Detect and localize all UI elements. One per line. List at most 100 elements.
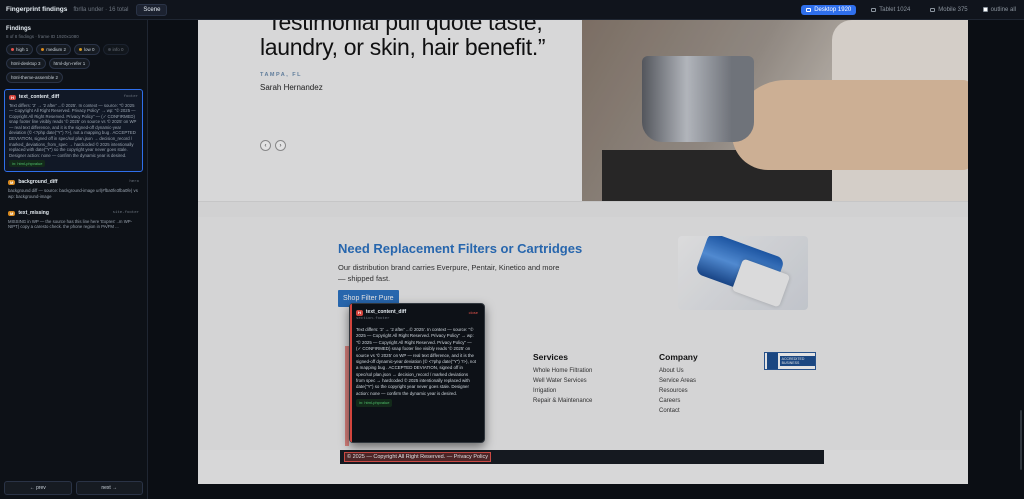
outline-all-toggle[interactable]: outline all xyxy=(982,6,1016,13)
findings-meta: fbrlla under · 16 total xyxy=(73,6,129,13)
chip-low[interactable]: low 0 xyxy=(74,44,100,55)
carousel-controls: ‹ › xyxy=(260,140,286,151)
footer-link[interactable]: Service Areas xyxy=(659,378,698,384)
finding-header: M background_diff hero xyxy=(8,179,139,186)
chip-label: html-desktop 3 xyxy=(11,61,41,66)
severity-badge: H xyxy=(356,309,363,316)
testimonial-author: Sarah Hernandez xyxy=(260,83,323,93)
chip-label: medium 2 xyxy=(46,47,67,52)
finding-card[interactable]: M background_diff hero background diff —… xyxy=(4,175,143,203)
viewport-desktop-button[interactable]: Desktop 1920 xyxy=(801,4,857,15)
site-footer: Services Whole Home Filtration Well Wate… xyxy=(198,340,968,450)
app-title: Fingerprint findings xyxy=(6,6,68,13)
chip-label: info 0 xyxy=(112,47,124,52)
chip-html-dyn-refer[interactable]: html-dyn-refer 1 xyxy=(48,58,91,69)
chip-high[interactable]: high 1 xyxy=(6,44,34,55)
outline-checkbox[interactable] xyxy=(982,7,988,12)
low-dot-icon xyxy=(79,48,83,51)
finding-selector: hero xyxy=(129,180,139,185)
sidebar-footer: ← prev next → xyxy=(4,481,143,495)
testimonial-block: “Testimonial pull quote taste, laundry, … xyxy=(260,20,590,92)
finding-card-selected[interactable]: H text_content_diff footer Text differs:… xyxy=(4,89,143,173)
testimonial-photo xyxy=(582,20,968,201)
top-bar: Fingerprint findings fbrlla under · 16 t… xyxy=(0,0,1024,20)
viewport-tablet-label: Tablet 1024 xyxy=(879,6,911,13)
bbb-label: ACCREDITED BUSINESS xyxy=(779,355,815,367)
finding-body: Text differs: '2' → '2 after' ...© 2025'… xyxy=(9,102,137,158)
chip-info[interactable]: info 0 xyxy=(102,44,129,55)
popover-header: H text_content_diff close xyxy=(356,309,478,316)
finding-header: H text_content_diff footer xyxy=(9,94,138,101)
promo-description: Our distribution brand carries Everpure,… xyxy=(338,263,560,284)
severity-badge: M xyxy=(8,210,16,216)
promo-section: Need Replacement Filters or Cartridges O… xyxy=(198,217,968,355)
footer-link[interactable]: Well Water Services xyxy=(533,378,592,384)
bbb-seal-icon xyxy=(767,353,778,369)
footer-link[interactable]: Careers xyxy=(659,398,698,404)
viewport-desktop-label: Desktop 1920 xyxy=(814,6,852,13)
filter-image xyxy=(678,236,808,310)
severity-badge: H xyxy=(9,94,16,100)
sidebar-heading: Findings xyxy=(6,26,31,32)
arm-shape xyxy=(732,80,968,170)
testimonial-city: TAMPA, FL xyxy=(260,72,303,79)
finding-title: text_missing xyxy=(18,210,49,217)
findings-sidebar: Findings 8 of 8 findings · frame ID 1920… xyxy=(0,20,148,499)
popover-selector: section.footer xyxy=(356,317,390,322)
finding-body: MISSING in WP — the source has this line… xyxy=(8,218,133,230)
popover-body: Text differs: '2' → '2 after' ...© 2025'… xyxy=(356,327,477,396)
pot-shape xyxy=(642,56,754,142)
copyright-text-highlighted[interactable]: © 2025 — Copyright All Right Reserved. —… xyxy=(344,452,491,462)
finding-selector: site-footer xyxy=(112,210,139,215)
footer-column-services: Services Whole Home Filtration Well Wate… xyxy=(533,352,592,408)
footer-link[interactable]: Whole Home Filtration xyxy=(533,368,592,374)
popover-accent xyxy=(350,304,352,442)
outline-label: outline all xyxy=(990,6,1016,13)
carousel-prev-button[interactable]: ‹ xyxy=(260,140,271,151)
finding-tag: in: html-phpvalue xyxy=(9,160,46,168)
chip-label: low 0 xyxy=(84,47,95,52)
footer-link[interactable]: About Us xyxy=(659,368,698,374)
bbb-badge: ACCREDITED BUSINESS xyxy=(764,352,816,370)
footer-column-heading: Services xyxy=(533,352,568,362)
carousel-next-button[interactable]: › xyxy=(275,140,286,151)
footer-link[interactable]: Irrigation xyxy=(533,388,592,394)
chip-label: html-dyn-refer 1 xyxy=(53,61,86,66)
phone-icon xyxy=(930,7,936,12)
testimonial-quote: “Testimonial pull quote taste, laundry, … xyxy=(260,20,546,60)
chip-label: html-theme-assemble 2 xyxy=(11,75,59,80)
finding-title: text_content_diff xyxy=(18,94,60,100)
tablet-icon xyxy=(871,7,877,12)
finding-header: M text_missing site-footer xyxy=(8,210,139,217)
next-button[interactable]: next → xyxy=(75,481,143,495)
popover-title: text_content_diff xyxy=(365,309,407,315)
copyright-bar: © 2025 — Copyright All Right Reserved. —… xyxy=(340,450,824,464)
finding-card[interactable]: M text_missing site-footer MISSING in WP… xyxy=(4,206,143,234)
footer-link[interactable]: Resources xyxy=(659,388,698,394)
chip-html-desktop[interactable]: html-desktop 3 xyxy=(6,58,46,69)
high-dot-icon xyxy=(11,48,14,51)
medium-dot-icon xyxy=(41,48,45,51)
footer-column-heading: Company xyxy=(659,352,698,362)
footer-link[interactable]: Contact xyxy=(659,408,698,414)
section-divider xyxy=(198,201,968,217)
monitor-icon xyxy=(806,7,812,12)
finding-selector: footer xyxy=(123,94,138,99)
sidebar-subheading: 8 of 8 findings · frame ID 1920x1080 xyxy=(6,34,79,39)
viewport-mobile-button[interactable]: Mobile 375 xyxy=(925,5,972,15)
viewport-mobile-label: Mobile 375 xyxy=(938,6,968,13)
prev-button[interactable]: ← prev xyxy=(4,481,72,495)
chip-label: high 1 xyxy=(16,47,29,52)
filter-chips: high 1 medium 2 low 0 info 0 html-deskto… xyxy=(0,41,147,86)
close-button[interactable]: close xyxy=(469,310,478,316)
severity-badge: M xyxy=(8,180,16,186)
viewport-tablet-button[interactable]: Tablet 1024 xyxy=(866,5,915,15)
footer-column-company: Company About Us Service Areas Resources… xyxy=(659,352,698,418)
finding-popover: H text_content_diff close section.footer… xyxy=(349,303,485,443)
footer-link[interactable]: Repair & Maintenance xyxy=(533,398,592,404)
popover-tag: in: html-phpvalue xyxy=(356,399,393,407)
chip-html-theme[interactable]: html-theme-assemble 2 xyxy=(6,72,64,83)
tab-scene[interactable]: Scene xyxy=(136,3,168,16)
chip-medium[interactable]: medium 2 xyxy=(36,44,72,55)
scrollbar[interactable] xyxy=(1020,410,1022,470)
